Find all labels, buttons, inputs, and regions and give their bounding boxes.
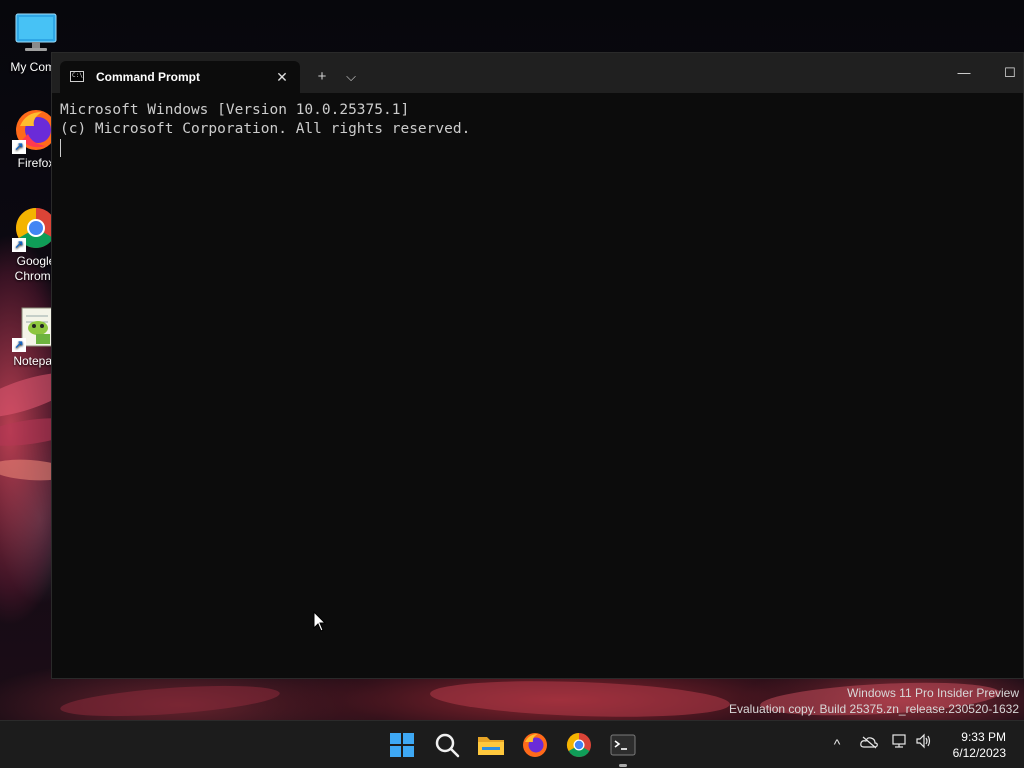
network-icon[interactable] <box>889 733 911 755</box>
tab-title: Command Prompt <box>96 70 201 84</box>
taskbar-chrome-button[interactable] <box>561 727 597 763</box>
search-button[interactable] <box>429 727 465 763</box>
computer-icon <box>12 10 60 58</box>
folder-icon <box>478 737 504 755</box>
shortcut-arrow-icon: ↗ <box>12 238 26 252</box>
mouse-cursor-icon <box>313 611 327 632</box>
clock-date: 6/12/2023 <box>952 746 1006 760</box>
watermark-line-2: Evaluation copy. Build 25375.zn_release.… <box>729 702 1019 716</box>
tab-dropdown-button[interactable]: ⌵ <box>337 65 365 89</box>
taskbar-clock[interactable]: 9:33 PM 6/12/2023 <box>953 729 1006 761</box>
volume-icon[interactable] <box>913 733 935 755</box>
show-hidden-icons-button[interactable]: ^ <box>826 733 848 755</box>
close-tab-button[interactable]: ✕ <box>270 65 294 89</box>
clock-time: 9:33 PM <box>961 730 1006 744</box>
text-caret <box>60 139 61 157</box>
evaluation-watermark: Windows 11 Pro Insider Preview Evaluatio… <box>729 685 1019 717</box>
taskbar-firefox-button[interactable] <box>517 727 553 763</box>
onedrive-icon[interactable] <box>858 733 880 755</box>
console-line: (c) Microsoft Corporation. All rights re… <box>60 121 471 137</box>
search-icon <box>435 733 460 758</box>
taskbar: ^ 9:33 PM 6/12/2023 <box>0 720 1024 768</box>
console-line: Microsoft Windows [Version 10.0.25375.1] <box>60 102 410 118</box>
firefox-icon <box>523 733 547 757</box>
terminal-window[interactable]: C:\ Command Prompt ✕ + ⌵ — ☐ Microsoft W… <box>51 52 1024 679</box>
title-bar[interactable]: C:\ Command Prompt ✕ + ⌵ — ☐ <box>52 53 1023 93</box>
shortcut-arrow-icon: ↗ <box>12 338 26 352</box>
shortcut-arrow-icon: ↗ <box>12 140 26 154</box>
taskbar-terminal-button[interactable] <box>605 727 641 767</box>
maximize-button[interactable]: ☐ <box>987 53 1024 93</box>
minimize-button[interactable]: — <box>941 53 987 93</box>
windows-start-icon <box>390 733 414 757</box>
new-tab-button[interactable]: + <box>308 65 336 89</box>
command-prompt-icon: C:\ <box>70 71 84 82</box>
watermark-line-1: Windows 11 Pro Insider Preview <box>847 686 1019 700</box>
tab-command-prompt[interactable]: C:\ Command Prompt ✕ <box>60 61 300 93</box>
running-indicator <box>619 764 627 767</box>
start-button[interactable] <box>384 727 420 763</box>
chrome-icon <box>566 733 591 758</box>
file-explorer-button[interactable] <box>473 727 509 763</box>
console-output[interactable]: Microsoft Windows [Version 10.0.25375.1]… <box>60 101 1015 670</box>
terminal-icon <box>610 734 636 756</box>
